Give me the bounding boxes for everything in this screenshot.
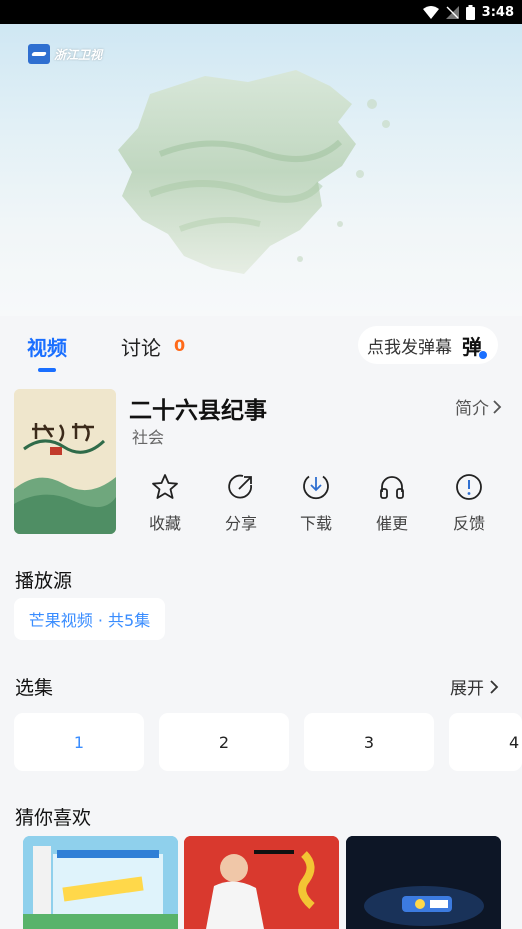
danmu-toggle-icon[interactable]: 弹	[462, 331, 488, 360]
feedback-button[interactable]: 反馈	[439, 468, 499, 534]
danmu-enabled-check-icon	[478, 349, 488, 360]
episodes-section-title: 选集	[15, 677, 54, 699]
action-bar: 收藏 分享 下载 催更 反馈	[128, 468, 508, 538]
send-danmu-button[interactable]: 点我发弹幕 弹	[358, 326, 498, 364]
episode-button[interactable]: 2	[159, 713, 289, 771]
source-chip[interactable]: 芒果视频 · 共5集	[14, 598, 165, 640]
expand-episodes-link[interactable]: 展开	[450, 674, 499, 699]
show-title: 二十六县纪事	[129, 398, 267, 424]
favorite-button[interactable]: 收藏	[135, 468, 195, 534]
channel-logo: 浙江卫视	[28, 44, 102, 64]
download-icon	[303, 475, 329, 500]
discuss-count-badge: 0	[174, 336, 186, 355]
recommend-thumbnail	[346, 836, 501, 929]
recommend-card[interactable]	[184, 836, 339, 929]
episode-button[interactable]: 3	[304, 713, 434, 771]
status-bar: 3:48	[0, 0, 522, 24]
zhejiang-map-illustration	[118, 70, 390, 274]
recommend-card[interactable]	[346, 836, 501, 929]
recommend-thumbnail	[23, 836, 178, 929]
recommend-card[interactable]	[23, 836, 178, 929]
danmu-button-label: 点我发弹幕	[367, 337, 452, 358]
tab-discuss[interactable]: 讨论	[121, 332, 161, 361]
feedback-icon	[456, 474, 482, 500]
show-genre: 社会	[132, 428, 165, 447]
star-icon	[152, 474, 178, 499]
episode-button[interactable]: 4	[449, 713, 522, 771]
urge-update-button[interactable]: 催更	[362, 468, 422, 534]
headphones-icon	[380, 476, 404, 499]
battery-icon	[465, 4, 475, 20]
no-signal-icon	[445, 5, 459, 19]
show-poster[interactable]	[14, 389, 116, 534]
episode-button[interactable]: 1	[14, 713, 144, 771]
source-section-title: 播放源	[15, 570, 73, 592]
share-button[interactable]: 分享	[211, 468, 271, 534]
video-player[interactable]: 浙江卫视	[0, 24, 522, 316]
share-icon	[228, 474, 252, 499]
content-tabs: 视频 讨论 0 点我发弹幕 弹	[0, 316, 522, 376]
wifi-icon	[422, 5, 439, 19]
poster-artwork	[14, 389, 116, 534]
status-time: 3:48	[481, 4, 514, 20]
recommend-thumbnail	[184, 836, 339, 929]
chevron-right-icon	[493, 399, 502, 414]
recommend-section-title: 猜你喜欢	[15, 807, 92, 829]
tab-active-indicator	[38, 368, 56, 372]
tab-video[interactable]: 视频	[27, 332, 67, 361]
zjtv-logo-icon	[28, 44, 50, 64]
chevron-right-icon	[490, 679, 499, 694]
intro-link[interactable]: 简介	[455, 394, 502, 419]
download-button[interactable]: 下载	[286, 468, 346, 534]
